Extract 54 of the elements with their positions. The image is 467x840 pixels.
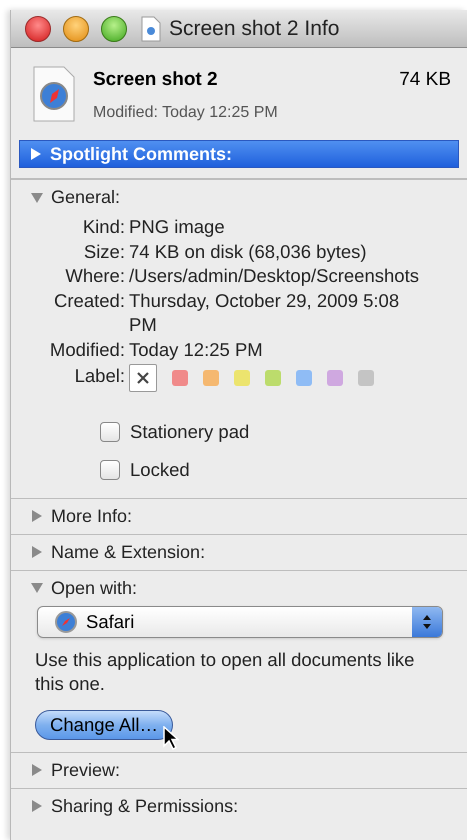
expanded-triangle-icon[interactable] [31, 582, 43, 594]
field-value: Thursday, October 29, 2009 5:08 PM [129, 288, 400, 337]
section-title[interactable]: Open with: [51, 574, 138, 602]
section-title[interactable]: Sharing & Permissions: [51, 792, 238, 820]
up-down-arrows-icon [423, 614, 431, 630]
field-label: Modified: [48, 338, 125, 362]
mouse-pointer-icon [162, 726, 179, 750]
collapsed-triangle-icon[interactable] [31, 510, 43, 522]
field-value: Today 12:25 PM [129, 338, 264, 362]
app-popup-button[interactable]: Safari [37, 606, 443, 638]
collapsed-triangle-icon[interactable] [31, 764, 43, 776]
section-title[interactable]: Preview: [51, 756, 120, 784]
label-color-swatch[interactable] [358, 370, 374, 386]
file-size: 74 KB [399, 68, 451, 92]
label-color-swatch[interactable] [203, 370, 219, 386]
expanded-triangle-icon[interactable] [31, 192, 43, 204]
label-color-swatch[interactable] [172, 370, 188, 386]
field-label: Where: [64, 264, 125, 288]
safari-document-icon [33, 66, 75, 122]
minimize-button[interactable] [63, 16, 89, 42]
field-label: Created: [53, 288, 125, 312]
collapsed-triangle-icon[interactable] [30, 148, 42, 160]
section-title[interactable]: More Info: [51, 502, 132, 530]
label-color-swatch[interactable] [265, 370, 281, 386]
label-color-swatch[interactable] [296, 370, 312, 386]
modified-date: Modified: Today 12:25 PM [93, 102, 279, 122]
file-name: Screen shot 2 [93, 68, 218, 92]
checkbox-label[interactable]: Locked [130, 456, 190, 484]
checkbox[interactable] [100, 460, 120, 480]
x-icon [137, 372, 149, 384]
change-all-button[interactable]: Change All… [35, 710, 173, 740]
field-label: Size: [82, 240, 125, 264]
window-title: Screen shot 2 Info [169, 16, 340, 42]
section-title[interactable]: General: [51, 184, 120, 211]
checkbox[interactable] [100, 422, 120, 442]
zoom-button[interactable] [101, 16, 127, 42]
section-title[interactable]: Spotlight Comments: [50, 140, 232, 168]
document-icon [141, 16, 161, 42]
collapsed-triangle-icon[interactable] [31, 546, 43, 558]
field-label: Label: [74, 364, 125, 388]
label-color-swatch[interactable] [234, 370, 250, 386]
field-label: Kind: [82, 215, 125, 239]
compass-icon [54, 610, 78, 634]
field-value: 74 KB on disk (68,036 bytes) [129, 240, 368, 264]
field-value: /Users/admin/Desktop/Screenshots [129, 264, 420, 288]
label-color-swatch[interactable] [327, 370, 343, 386]
field-value: PNG image [129, 215, 226, 239]
collapsed-triangle-icon[interactable] [31, 800, 43, 812]
description-text: Use this application to open all documents like this one. [35, 648, 416, 696]
no-label-option[interactable] [129, 364, 157, 392]
close-button[interactable] [25, 16, 51, 42]
section-header-bar[interactable]: Spotlight Comments: [19, 140, 459, 168]
checkbox-label[interactable]: Stationery pad [130, 418, 250, 446]
section-title[interactable]: Name & Extension: [51, 538, 206, 566]
